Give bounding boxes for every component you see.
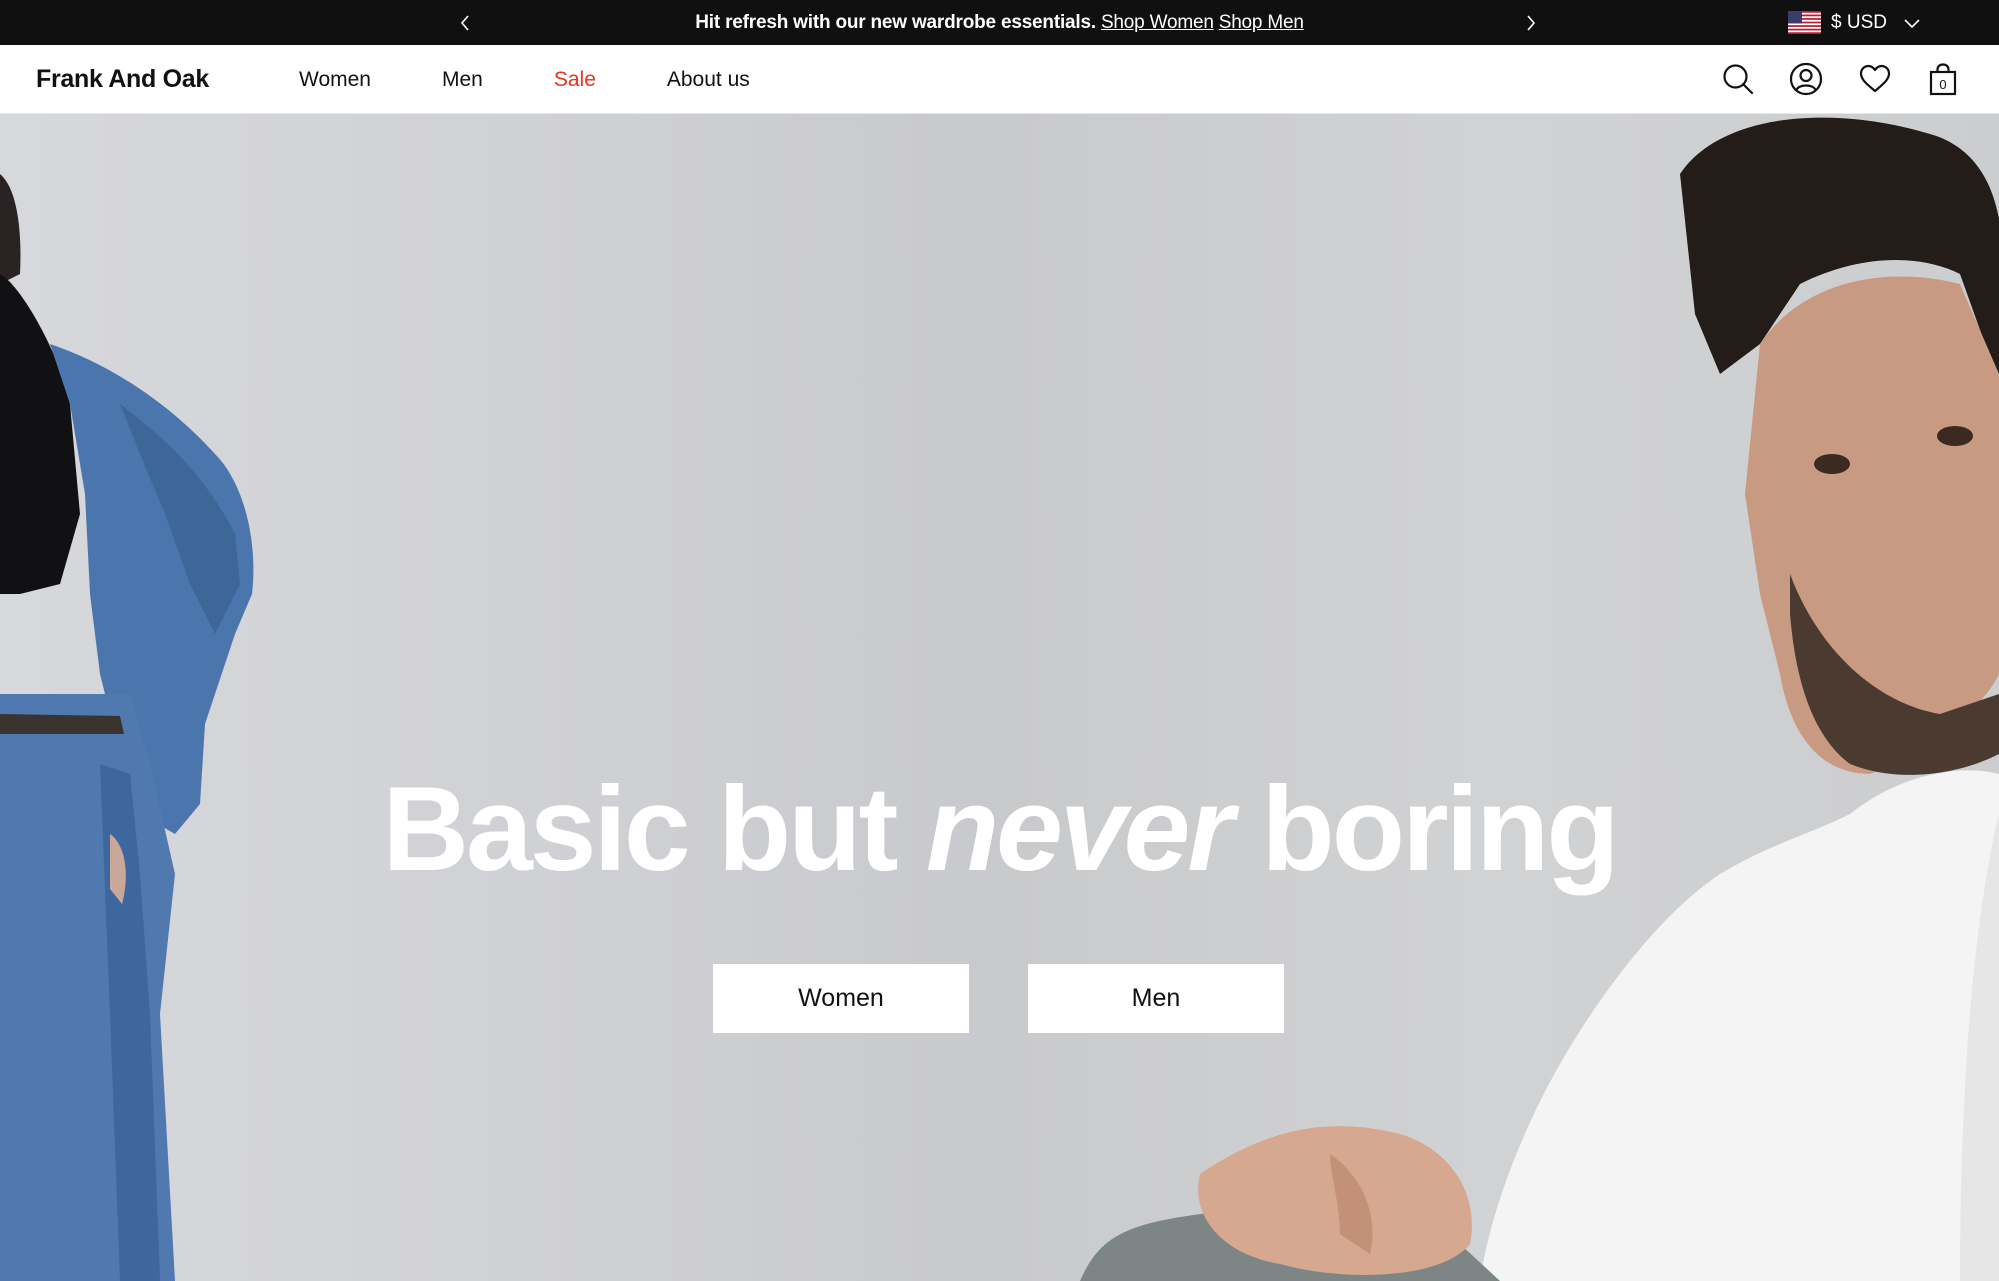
- shop-women-button[interactable]: Women: [713, 964, 969, 1033]
- search-icon: [1723, 64, 1754, 95]
- currency-label: $ USD: [1831, 11, 1887, 33]
- cart-count: 0: [1939, 77, 1946, 92]
- shop-men-link[interactable]: Shop Men: [1219, 12, 1304, 34]
- announcement-message: Hit refresh with our new wardrobe essent…: [0, 0, 1999, 45]
- hero-headline: Basic but never boring: [0, 769, 1999, 889]
- nav-item-men[interactable]: Men: [442, 68, 483, 92]
- headline-emphasis: never: [925, 762, 1234, 896]
- currency-selector[interactable]: $ USD: [1788, 0, 1921, 45]
- cart-button[interactable]: 0: [1925, 61, 1961, 97]
- us-flag-icon: [1788, 11, 1821, 34]
- brand-logo[interactable]: Frank And Oak: [36, 45, 209, 114]
- heart-icon: [1859, 64, 1891, 93]
- shopping-bag-icon: 0: [1929, 63, 1957, 96]
- chevron-right-icon: [1527, 14, 1536, 31]
- shop-women-link[interactable]: Shop Women: [1101, 12, 1214, 34]
- hero-photo-figures: [0, 117, 1999, 1281]
- user-icon: [1789, 62, 1823, 96]
- nav-item-sale[interactable]: Sale: [554, 68, 596, 92]
- announcement-bar: Hit refresh with our new wardrobe essent…: [0, 0, 1999, 45]
- shop-men-button[interactable]: Men: [1028, 964, 1284, 1033]
- chevron-down-icon: [1904, 18, 1920, 28]
- announcement-next-button[interactable]: [1516, 0, 1546, 45]
- account-button[interactable]: [1788, 61, 1824, 97]
- nav-item-women[interactable]: Women: [299, 68, 371, 92]
- wishlist-button[interactable]: [1857, 61, 1893, 97]
- main-nav: Women Men Sale About us: [299, 45, 821, 114]
- site-header: Frank And Oak Women Men Sale About us 0: [0, 45, 1999, 114]
- nav-item-about[interactable]: About us: [667, 68, 750, 92]
- announcement-text: Hit refresh with our new wardrobe essent…: [695, 11, 1096, 33]
- hero-banner: Basic but never boring Women Men: [0, 114, 1999, 1281]
- search-button[interactable]: [1720, 61, 1756, 97]
- headline-end: boring: [1261, 762, 1619, 896]
- headline-start: Basic but: [382, 762, 898, 896]
